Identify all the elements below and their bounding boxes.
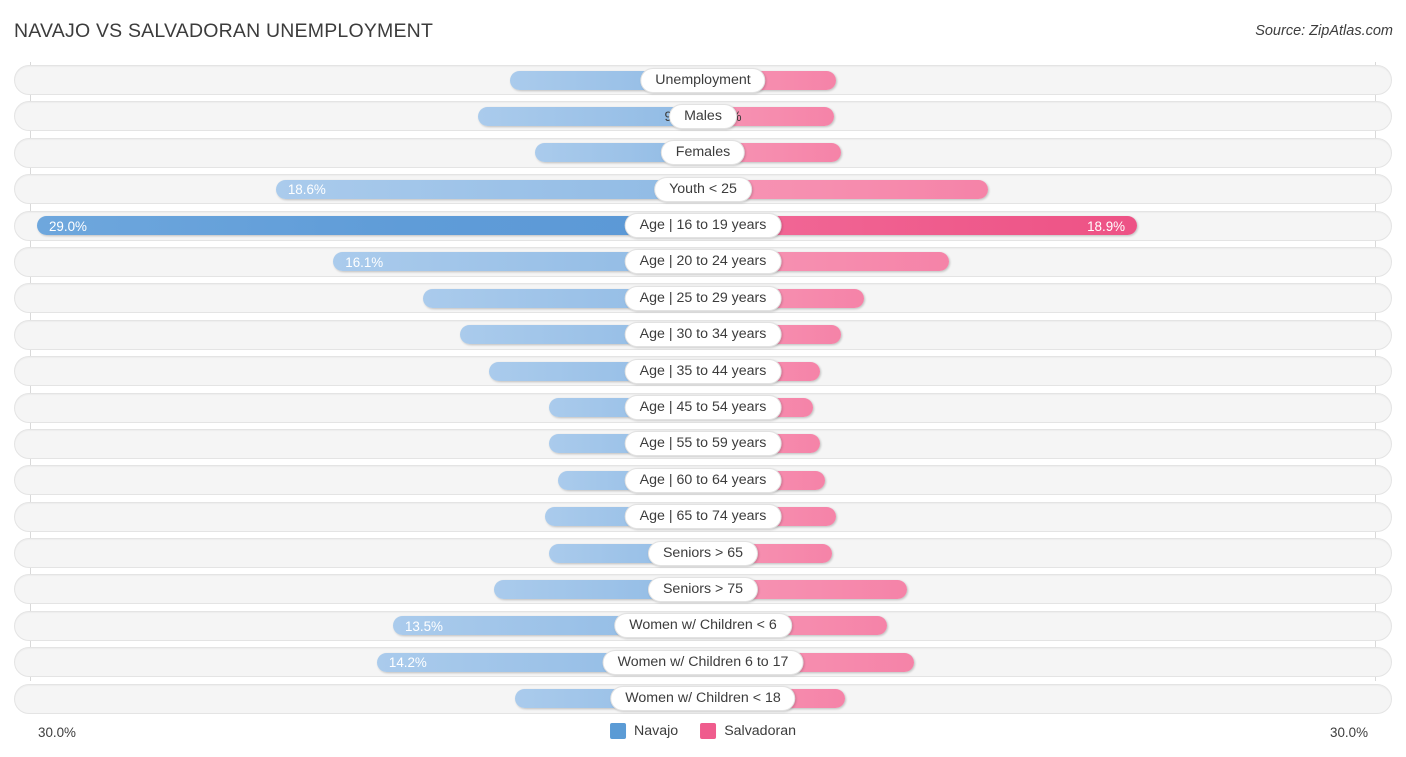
value-label-salvadoran: 18.9% xyxy=(1087,218,1126,234)
chart-row: 6.3%5.3%Age | 60 to 64 years xyxy=(0,462,1406,498)
category-label: Males xyxy=(669,103,737,129)
chart-row: 7.3%6.0%Females xyxy=(0,135,1406,171)
chart-row: 6.7%5.6%Seniors > 65 xyxy=(0,535,1406,571)
legend-label: Salvadoran xyxy=(724,723,796,739)
axis-label-right: 30.0% xyxy=(1330,725,1368,740)
value-label-navajo: 16.1% xyxy=(345,254,384,270)
category-label: Women w/ Children < 6 xyxy=(614,613,792,639)
legend-swatch-icon xyxy=(700,723,717,739)
source-attribution: Source: ZipAtlas.com xyxy=(1255,23,1393,39)
chart-row: 29.0% 18.9% Age | 16 to 19 years xyxy=(0,208,1406,244)
category-label: Women w/ Children 6 to 17 xyxy=(602,649,804,675)
category-label: Age | 55 to 59 years xyxy=(624,431,782,457)
legend-item[interactable]: Salvadoran xyxy=(700,723,796,739)
category-label: Seniors > 65 xyxy=(647,540,759,566)
chart-row: 6.7%4.8%Age | 45 to 54 years xyxy=(0,390,1406,426)
category-label: Age | 60 to 64 years xyxy=(624,467,782,493)
category-label: Women w/ Children < 18 xyxy=(610,686,796,712)
legend-label: Navajo xyxy=(634,723,679,739)
category-label: Age | 30 to 34 years xyxy=(624,322,782,348)
bar-navajo xyxy=(36,216,703,236)
chart-row: 9.1%8.9%Seniors > 75 xyxy=(0,571,1406,607)
legend-item[interactable]: Navajo xyxy=(610,723,678,739)
bar-rows-container: 8.4%5.8%Unemployment9.8%5.7%Males7.3%6.0… xyxy=(0,62,1406,717)
chart-row: 16.1%10.7%Age | 20 to 24 years xyxy=(0,244,1406,280)
category-label: Age | 20 to 24 years xyxy=(624,249,782,275)
axis-label-left: 30.0% xyxy=(38,725,76,740)
chart-row: 12.2%7.0%Age | 25 to 29 years xyxy=(0,280,1406,316)
chart-row: 9.8%5.7%Males xyxy=(0,98,1406,134)
category-label: Unemployment xyxy=(640,67,766,93)
chart-root: NAVAJO VS SALVADORAN UNEMPLOYMENT Source… xyxy=(0,0,1406,757)
category-label: Females xyxy=(660,140,746,166)
chart-legend: Navajo Salvadoran xyxy=(610,723,796,739)
chart-row: 8.2%6.2%Women w/ Children < 18 xyxy=(0,681,1406,717)
category-label: Age | 35 to 44 years xyxy=(624,358,782,384)
bar-navajo xyxy=(275,179,703,199)
chart-row: 9.3%5.1%Age | 35 to 44 years xyxy=(0,353,1406,389)
chart-row: 13.5%8.0%Women w/ Children < 6 xyxy=(0,608,1406,644)
category-label: Youth < 25 xyxy=(654,176,752,202)
legend-swatch-icon xyxy=(610,723,627,739)
category-label: Age | 16 to 19 years xyxy=(624,213,782,239)
value-label-navajo: 18.6% xyxy=(287,182,326,198)
chart-row: 6.7%5.1%Age | 55 to 59 years xyxy=(0,426,1406,462)
category-label: Age | 45 to 54 years xyxy=(624,395,782,421)
chart-footer: 30.0% 30.0% Navajo Salvadoran xyxy=(0,721,1406,749)
value-label-navajo: 14.2% xyxy=(388,655,427,671)
chart-row: 8.4%5.8%Unemployment xyxy=(0,62,1406,98)
chart-row: 6.9%5.8%Age | 65 to 74 years xyxy=(0,499,1406,535)
category-label: Seniors > 75 xyxy=(647,576,759,602)
chart-plot-area: 8.4%5.8%Unemployment9.8%5.7%Males7.3%6.0… xyxy=(0,62,1406,717)
value-label-navajo: 13.5% xyxy=(404,618,443,634)
value-label-navajo: 29.0% xyxy=(48,218,87,234)
chart-row: 10.6%6.0%Age | 30 to 34 years xyxy=(0,317,1406,353)
chart-row: 14.2%9.2%Women w/ Children 6 to 17 xyxy=(0,644,1406,680)
category-label: Age | 65 to 74 years xyxy=(624,504,782,530)
chart-row: 18.6%12.4%Youth < 25 xyxy=(0,171,1406,207)
page-title: NAVAJO VS SALVADORAN UNEMPLOYMENT xyxy=(14,20,434,42)
category-label: Age | 25 to 29 years xyxy=(624,285,782,311)
